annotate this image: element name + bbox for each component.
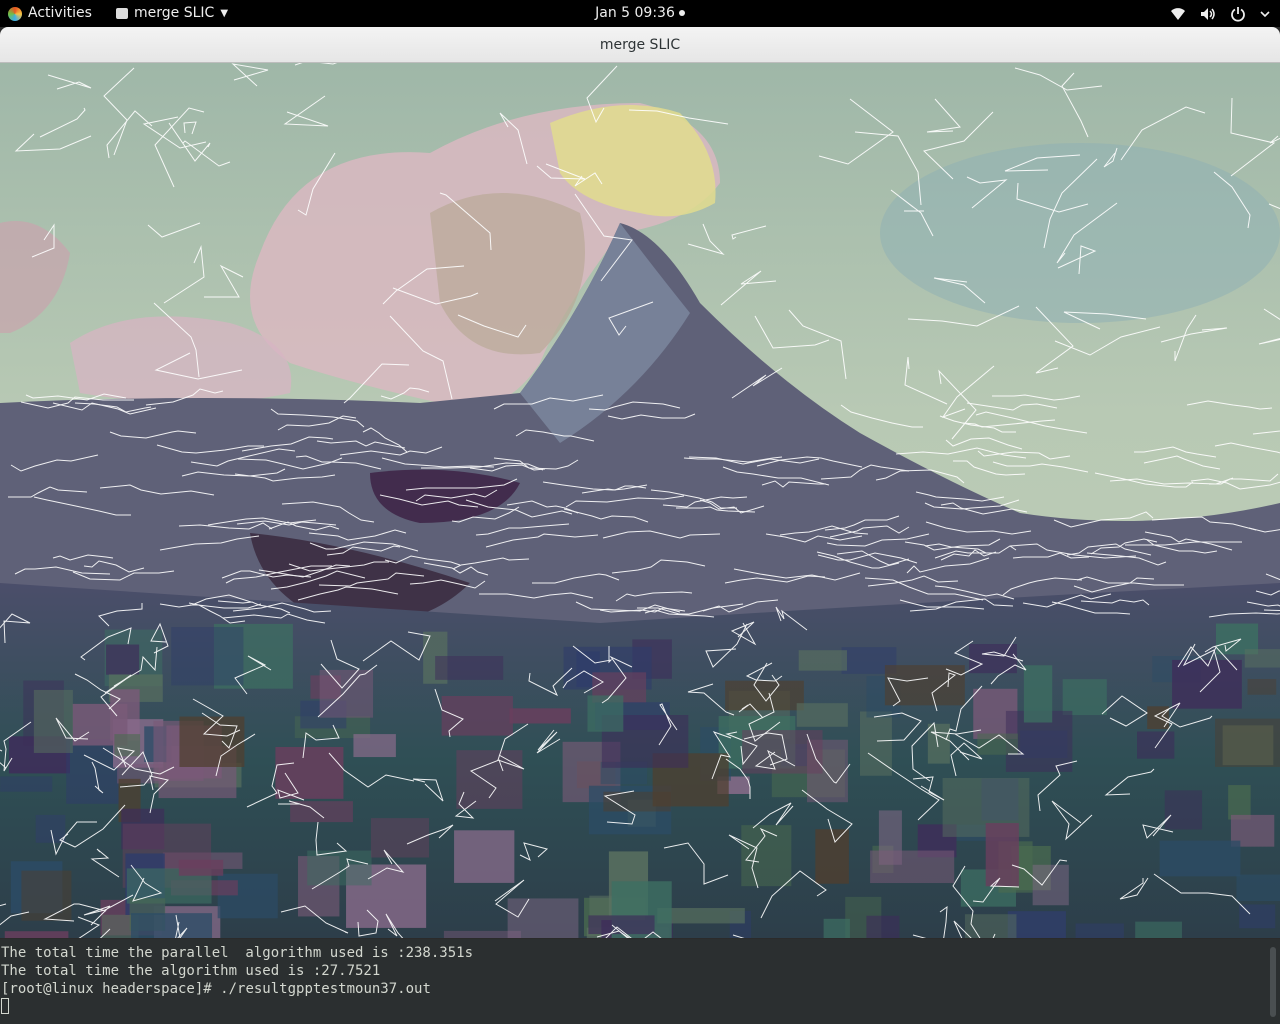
power-icon	[1231, 6, 1245, 22]
segment-patch	[171, 627, 244, 686]
app-window-icon	[116, 8, 128, 19]
segment-patch	[275, 746, 344, 799]
terminal-output: The total time the parallel algorithm us…	[1, 944, 473, 1016]
segment-patch	[1032, 864, 1069, 906]
segment-patch	[0, 776, 53, 792]
segment-patch	[21, 870, 72, 921]
terminal-prompt: [root@linux headerspace]#	[1, 981, 221, 997]
terminal-cursor	[1, 998, 9, 1014]
segment-patch	[870, 850, 955, 884]
segment-patch	[1247, 678, 1277, 695]
segment-patch	[1159, 840, 1241, 877]
segment-patch	[1023, 665, 1053, 723]
segment-patch	[1062, 679, 1107, 716]
segment-patch	[884, 665, 965, 706]
segment-patch	[33, 689, 73, 753]
segment-patch	[985, 823, 1019, 887]
segment-patch	[456, 750, 523, 809]
segment-patch	[454, 830, 515, 883]
segment-patch	[353, 734, 396, 758]
gnome-logo-icon	[8, 6, 22, 21]
activities-button[interactable]: Activities	[8, 0, 92, 27]
app-menu-button[interactable]: merge SLIC ▼	[116, 0, 228, 27]
segment-patch	[114, 734, 141, 757]
terminal-panel[interactable]: The total time the parallel algorithm us…	[0, 939, 1280, 1024]
segment-patch	[977, 733, 1018, 755]
notification-dot-icon	[678, 10, 685, 16]
segment-patch	[178, 859, 224, 876]
segment-patch	[1137, 731, 1175, 759]
segment-patch	[798, 650, 847, 671]
segment-patch	[588, 915, 655, 935]
segment-patch	[4, 931, 69, 938]
window-title: merge SLIC	[599, 37, 681, 53]
segment-patch	[1228, 785, 1251, 820]
chevron-down-icon: ▼	[220, 8, 229, 19]
window-titlebar[interactable]: merge SLIC	[0, 27, 1280, 63]
terminal-scrollbar[interactable]	[1270, 947, 1276, 1017]
terminal-line-2: The total time the algorithm used is :27…	[1, 963, 381, 979]
segment-patch	[35, 814, 66, 843]
segment-patch	[179, 716, 245, 767]
segment-patch	[106, 644, 140, 675]
segment-patch	[441, 696, 513, 736]
segment-patch	[435, 656, 504, 680]
terminal-cursor-line	[1, 998, 473, 1016]
segment-patch	[725, 680, 804, 711]
volume-icon	[1201, 7, 1215, 20]
segment-patch	[1075, 923, 1124, 938]
segmentation-image-svg	[0, 63, 1280, 938]
segment-patch	[1244, 649, 1280, 668]
system-status-menu[interactable]	[1170, 0, 1270, 27]
segment-patch	[66, 739, 119, 804]
segment-patch	[866, 915, 900, 938]
segment-patch	[307, 850, 372, 886]
sky-cloud-region	[880, 143, 1280, 323]
app-menu-label: merge SLIC	[134, 5, 215, 21]
terminal-command: ./resultgpptestmoun37.out	[220, 981, 431, 997]
terminal-prompt-line: [root@linux headerspace]# ./resultgpptes…	[1, 980, 473, 998]
segment-patch	[1164, 790, 1203, 830]
segment-patch	[1007, 911, 1066, 938]
segment-patch	[1172, 659, 1242, 709]
segment-patch	[507, 898, 579, 938]
segment-patch	[319, 669, 374, 718]
segmentation-image	[0, 63, 1280, 938]
segment-patch	[927, 723, 950, 764]
segment-patch	[1135, 921, 1182, 938]
activities-label: Activities	[28, 5, 92, 21]
top-bar: Activities merge SLIC ▼ Jan 5 09:36	[0, 0, 1280, 27]
clock-button[interactable]: Jan 5 09:36	[595, 5, 685, 21]
clock-label: Jan 5 09:36	[595, 5, 675, 21]
power-menu-chevron-icon	[1260, 10, 1270, 17]
segment-patch	[1236, 874, 1280, 902]
segment-patch	[796, 703, 848, 727]
wifi-icon	[1171, 7, 1185, 20]
segment-patch	[130, 913, 213, 938]
segment-patch	[823, 918, 850, 938]
terminal-line-1: The total time the parallel algorithm us…	[1, 945, 474, 961]
segment-patch	[509, 708, 571, 724]
segment-patch	[1215, 718, 1280, 767]
segment-patch	[815, 829, 849, 884]
